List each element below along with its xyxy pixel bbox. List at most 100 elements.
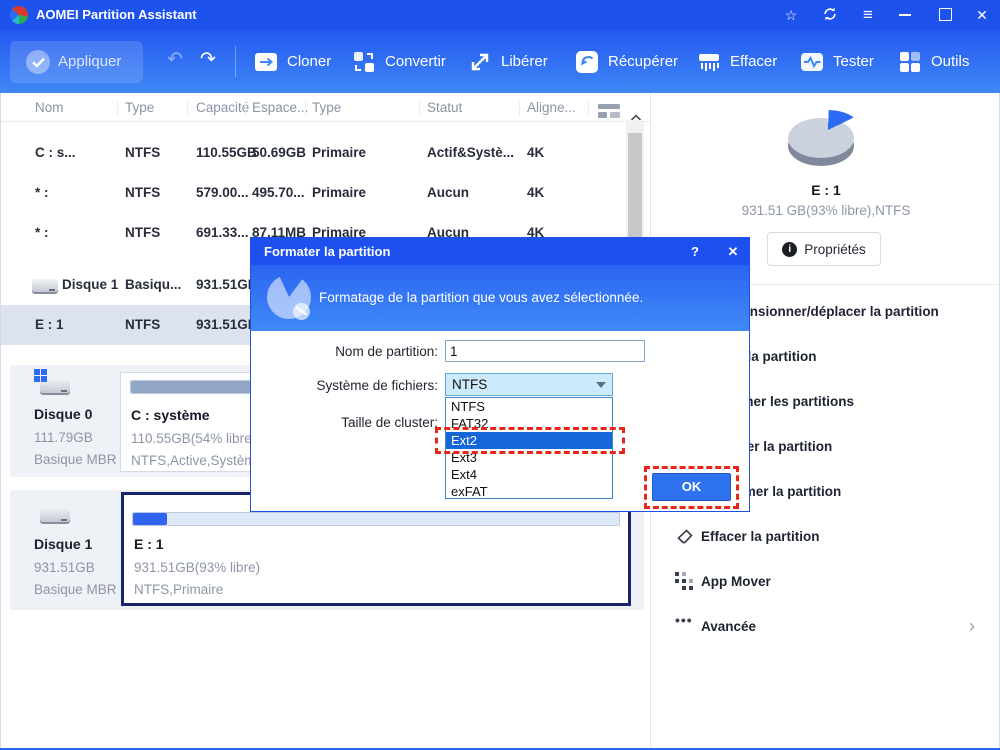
- dialog-close-icon[interactable]: ✕: [725, 238, 741, 265]
- cell-statut: Actif&Systè...: [427, 145, 515, 160]
- cell-aligne: 4K: [527, 185, 545, 200]
- view-mode-icon[interactable]: [598, 102, 620, 128]
- partition-attrs: NTFS,Active,Système: [131, 453, 264, 468]
- disk-style: Basique MBR: [34, 452, 117, 467]
- cell-nom: * :: [35, 185, 49, 200]
- titlebar: AOMEI Partition Assistant ☆ ≡ ✕: [0, 0, 1000, 30]
- file-system-value: NTFS: [452, 377, 488, 392]
- column-type2[interactable]: Type: [312, 95, 341, 121]
- partition-capacity: 931.51GB(93% libre): [134, 560, 261, 575]
- free-up-icon[interactable]: [468, 50, 492, 74]
- test-icon[interactable]: [800, 50, 824, 74]
- cell-nom: Disque 1: [62, 277, 119, 292]
- sync-icon[interactable]: [822, 6, 838, 22]
- apply-label: Appliquer: [58, 53, 122, 70]
- maximize-icon[interactable]: [939, 8, 952, 21]
- table-header: Nom Type Capacité Espace... Type Statut …: [0, 95, 650, 121]
- column-capacite[interactable]: Capacité: [196, 95, 249, 121]
- clone-icon[interactable]: [254, 50, 278, 74]
- minimize-icon[interactable]: [899, 14, 911, 16]
- clone-button[interactable]: Cloner: [287, 50, 331, 74]
- check-circle-icon: [26, 50, 50, 74]
- cell-aligne: 4K: [527, 145, 545, 160]
- sidebar-partition-name: E : 1: [811, 182, 841, 198]
- cell-capacite: 931.51GB: [196, 277, 258, 292]
- dialog-title: Formater la partition: [264, 244, 391, 259]
- cell-type: Basiqu...: [125, 277, 182, 292]
- file-system-select[interactable]: NTFS: [445, 373, 613, 396]
- undo-icon[interactable]: ↶: [162, 47, 188, 73]
- partition-capacity: 110.55GB(54% libre): [131, 431, 257, 446]
- sidebar-item-advanced[interactable]: ••• Avancée ›: [651, 604, 1000, 649]
- cell-type: NTFS: [125, 225, 161, 240]
- eraser-icon: [675, 527, 694, 546]
- menu-icon[interactable]: ≡: [860, 6, 876, 23]
- star-icon[interactable]: ☆: [783, 7, 799, 23]
- tools-button[interactable]: Outils: [931, 50, 969, 74]
- cell-type: NTFS: [125, 145, 161, 160]
- disk-size: 931.51GB: [34, 560, 95, 575]
- convert-button[interactable]: Convertir: [385, 50, 446, 74]
- disk-name: Disque 0: [34, 406, 93, 422]
- help-icon[interactable]: ?: [687, 238, 703, 265]
- annotation-ext2-highlight: [435, 427, 625, 454]
- recover-icon[interactable]: [575, 50, 599, 74]
- partition-label: E : 1: [134, 536, 164, 552]
- file-system-label: Système de fichiers:: [316, 378, 438, 393]
- sidebar-item-wipe[interactable]: Effacer la partition: [651, 514, 1000, 559]
- column-statut[interactable]: Statut: [427, 95, 462, 121]
- cell-type2: Primaire: [312, 145, 367, 160]
- cell-type: NTFS: [125, 317, 161, 332]
- app-window: AOMEI Partition Assistant ☆ ≡ ✕ Applique…: [0, 0, 1000, 750]
- properties-button[interactable]: i Propriétés: [767, 232, 881, 266]
- ellipsis-icon: •••: [675, 612, 693, 628]
- sidebar-item-app-mover[interactable]: App Mover: [651, 559, 1000, 604]
- cluster-size-label: Taille de cluster:: [341, 415, 438, 430]
- partition-name-label: Nom de partition:: [335, 344, 438, 359]
- cell-statut: Aucun: [427, 185, 469, 200]
- close-icon[interactable]: ✕: [974, 7, 990, 23]
- format-partition-dialog: Formater la partition ? ✕ Formatage de l…: [250, 237, 750, 512]
- cell-espace: 50.69GB: [252, 145, 307, 160]
- cell-nom: * :: [35, 225, 49, 240]
- recover-button[interactable]: Récupérer: [608, 50, 678, 74]
- wipe-button[interactable]: Effacer: [730, 50, 777, 74]
- column-type[interactable]: Type: [125, 95, 154, 121]
- cell-type2: Primaire: [312, 185, 367, 200]
- cell-capacite: 691.33...: [196, 225, 249, 240]
- partition-label: C : système: [131, 407, 210, 423]
- toolbar: Appliquer ↶ ↷ Cloner Convertir Libérer R…: [0, 30, 1000, 93]
- column-espace[interactable]: Espace...: [252, 95, 308, 121]
- table-row[interactable]: C : s... NTFS 110.55GB 50.69GB Primaire …: [0, 133, 626, 173]
- capacity-bar: [132, 512, 620, 526]
- column-aligne[interactable]: Aligne...: [527, 95, 576, 121]
- dropdown-arrow-icon: [596, 382, 606, 388]
- table-row[interactable]: * : NTFS 579.00... 495.70... Primaire Au…: [0, 173, 626, 213]
- format-badge-icon: [293, 303, 310, 320]
- convert-icon[interactable]: [352, 50, 376, 74]
- disk-icon: [32, 279, 58, 292]
- test-button[interactable]: Tester: [833, 50, 874, 74]
- apply-button[interactable]: Appliquer: [10, 41, 143, 83]
- partition-name-input[interactable]: [445, 340, 645, 362]
- wipe-icon[interactable]: [697, 50, 721, 74]
- app-mover-icon: [675, 572, 694, 591]
- option-exfat[interactable]: exFAT: [446, 483, 612, 500]
- partition-attrs: NTFS,Primaire: [134, 582, 224, 597]
- app-logo-icon: [10, 6, 28, 24]
- option-ext4[interactable]: Ext4: [446, 466, 612, 483]
- cell-nom: E : 1: [35, 317, 64, 332]
- option-ntfs[interactable]: NTFS: [446, 398, 612, 415]
- tools-icon[interactable]: [898, 50, 922, 74]
- dialog-subtitle: Formatage de la partition que vous avez …: [319, 290, 644, 305]
- cell-nom: C : s...: [35, 145, 76, 160]
- cell-capacite: 579.00...: [196, 185, 249, 200]
- window-border-left: [0, 93, 1, 750]
- column-nom[interactable]: Nom: [35, 95, 64, 121]
- capacity-bar-fill: [133, 513, 168, 525]
- toolbar-separator: [235, 46, 236, 77]
- free-up-button[interactable]: Libérer: [501, 50, 548, 74]
- sidebar-partition-info: 931.51 GB(93% libre),NTFS: [741, 203, 911, 218]
- redo-icon[interactable]: ↷: [195, 47, 221, 73]
- disk-name: Disque 1: [34, 536, 93, 552]
